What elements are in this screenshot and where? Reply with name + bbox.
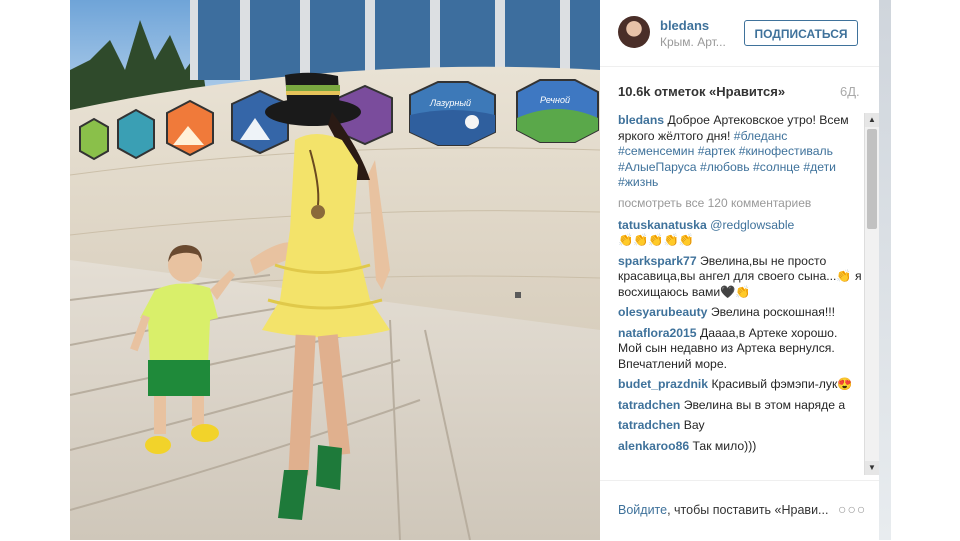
- post-photo[interactable]: Лазурный Речной: [70, 0, 600, 540]
- background-strip: [879, 0, 891, 540]
- comment-item: tatradchen Вау: [618, 418, 862, 434]
- comment-text: Так мило))): [692, 438, 757, 453]
- instagram-post: Лазурный Речной bledans Крым. Арт... ПОД…: [70, 0, 891, 540]
- post-age[interactable]: 6Д.: [840, 84, 860, 99]
- login-prompt: Войдите, чтобы поставить «Нрави...: [618, 503, 828, 517]
- comment-text: Красивый фэмэпи-лук😍: [711, 377, 853, 391]
- post-header: bledans Крым. Арт... ПОДПИСАТЬСЯ: [600, 0, 890, 67]
- comment-text: Эвелина роскошная!!!: [710, 305, 836, 319]
- comment-item: sparkspark77 Эвелина,вы не просто красав…: [618, 254, 862, 301]
- caption: bledans Доброе Артековское утро! Всем яр…: [618, 113, 862, 191]
- comment-username[interactable]: sparkspark77: [618, 254, 697, 268]
- comment-item: nataflora2015 Даааа,в Артеке хорошо. Мой…: [618, 326, 862, 373]
- comment-username[interactable]: nataflora2015: [618, 326, 697, 340]
- view-all-comments-link[interactable]: посмотреть все 120 комментариев: [618, 196, 862, 210]
- scroll-down-icon[interactable]: ▼: [865, 461, 879, 475]
- login-link[interactable]: Войдите: [618, 503, 667, 517]
- comment-item: alenkaroo86 Так мило))): [618, 439, 862, 455]
- post-sidebar: bledans Крым. Арт... ПОДПИСАТЬСЯ 10.6k о…: [600, 0, 891, 540]
- comments-scrollbar[interactable]: ▲ ▼: [864, 113, 879, 475]
- more-options-icon[interactable]: ○○○: [838, 501, 866, 517]
- scrollbar-thumb[interactable]: [867, 129, 877, 229]
- comment-username[interactable]: alenkaroo86: [618, 439, 689, 453]
- comment-username[interactable]: budet_prazdnik: [618, 377, 708, 391]
- comment-text: 👏👏👏👏👏: [618, 233, 694, 247]
- comment-text: Эвелина вы в этом наряде а: [683, 397, 846, 412]
- comment-item: olesyarubeauty Эвелина роскошная!!!: [618, 305, 862, 321]
- comment-username[interactable]: olesyarubeauty: [618, 305, 707, 319]
- sign-word-rechnoy: Речной: [540, 95, 570, 105]
- likes-count[interactable]: 10.6k отметок «Нравится»: [618, 84, 785, 99]
- header-username[interactable]: bledans: [660, 18, 709, 33]
- sign-word-lazurny: Лазурный: [429, 98, 471, 108]
- comment-username[interactable]: tatradchen: [618, 418, 680, 432]
- comment-username[interactable]: tatuskanatuska: [618, 218, 707, 232]
- avatar[interactable]: [618, 16, 650, 48]
- comments-list[interactable]: bledans Доброе Артековское утро! Всем яр…: [600, 113, 862, 475]
- comment-item: tatradchen Эвелина вы в этом наряде а: [618, 398, 862, 414]
- comment-mention[interactable]: @redglowsable: [710, 218, 794, 232]
- caption-username[interactable]: bledans: [618, 113, 664, 127]
- scroll-up-icon[interactable]: ▲: [865, 113, 879, 127]
- comment-username[interactable]: tatradchen: [618, 398, 680, 412]
- login-prompt-text: , чтобы поставить «Нрави...: [667, 503, 829, 517]
- photo-illustration: Лазурный Речной: [70, 0, 600, 540]
- post-footer: Войдите, чтобы поставить «Нрави... ○○○: [600, 480, 890, 541]
- comment-item: tatuskanatuska @redglowsable 👏👏👏👏👏: [618, 218, 862, 249]
- follow-button[interactable]: ПОДПИСАТЬСЯ: [744, 20, 858, 46]
- header-location[interactable]: Крым. Арт...: [660, 35, 726, 49]
- comment-text: Вау: [683, 418, 705, 432]
- comment-item: budet_prazdnik Красивый фэмэпи-лук😍: [618, 377, 862, 393]
